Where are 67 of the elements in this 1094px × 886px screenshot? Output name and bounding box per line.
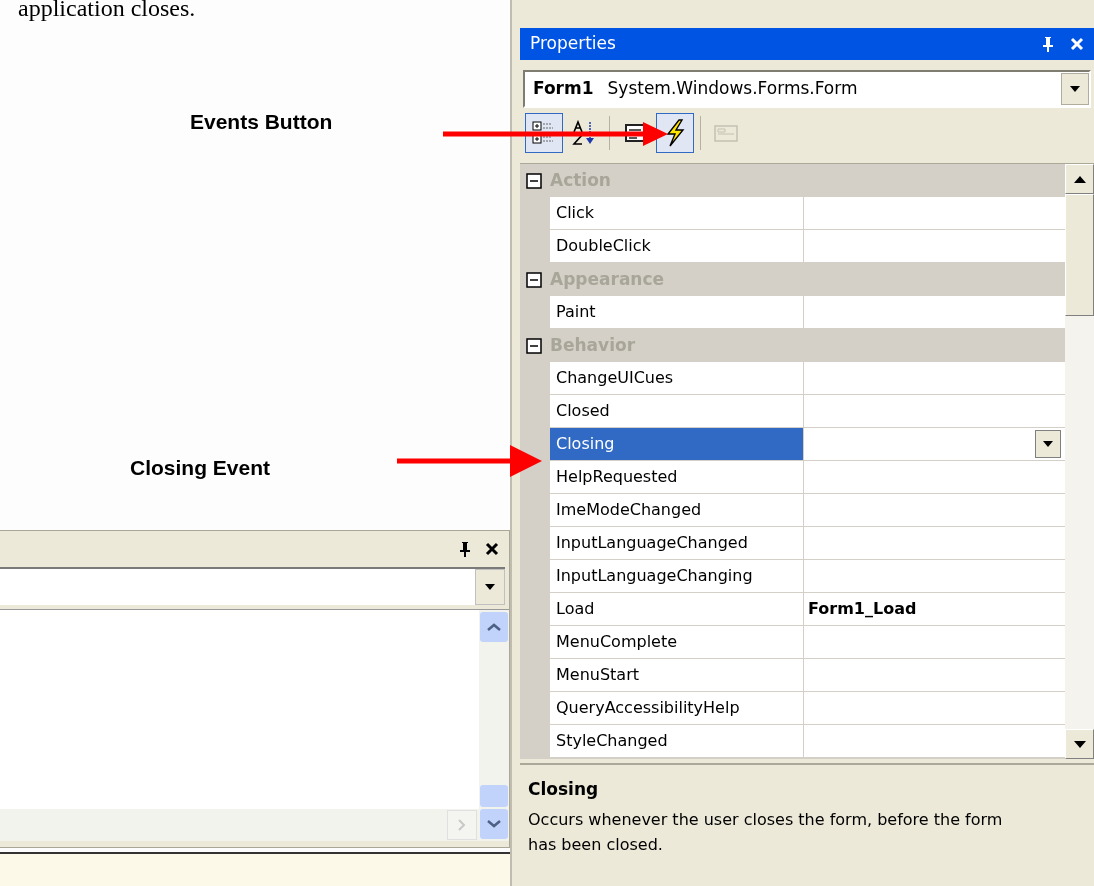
caret-icon [485,584,495,590]
vertical-scrollbar[interactable] [1065,164,1094,759]
property-name[interactable]: ImeModeChanged [550,494,803,527]
property-value-cell[interactable] [803,197,1065,230]
dropdown-button[interactable] [1061,73,1089,105]
property-value-cell[interactable] [803,296,1065,329]
property-name[interactable]: MenuStart [550,659,803,692]
object-type: System.Windows.Forms.Form [607,77,859,101]
property-value-cell[interactable] [803,494,1065,527]
property-value-cell[interactable] [803,560,1065,593]
property-value-cell[interactable] [803,395,1065,428]
pin-icon[interactable] [459,541,471,557]
scroll-up-button[interactable] [1065,164,1094,194]
panel-splitter[interactable] [510,0,520,886]
property-value-cell[interactable] [803,362,1065,395]
scroll-thumb[interactable] [480,785,508,807]
property-name[interactable]: Load [550,593,803,626]
property-name[interactable]: QueryAccessibilityHelp [550,692,803,725]
caret-icon [1043,441,1053,447]
description-text: Occurs whenever the user closes the form, before the form has been closed. [528,808,1004,856]
property-value-cell[interactable] [803,659,1065,692]
chevron-right-icon [458,819,466,831]
caption-text: application closes. [17,0,197,20]
property-name[interactable]: Closing [550,428,803,461]
property-value-cell[interactable] [803,461,1065,494]
description-title: Closing [528,778,600,801]
scroll-thumb[interactable] [1065,194,1094,316]
property-value-cell[interactable] [803,527,1065,560]
property-value-cell[interactable] [803,692,1065,725]
toolbar-button[interactable] [656,113,694,153]
property-name[interactable]: ChangeUICues [550,362,803,395]
collapse-icon[interactable] [526,271,542,288]
property-value-cell[interactable] [803,428,1065,461]
property-value-cell[interactable]: Form1_Load [803,593,1065,626]
property-name[interactable]: InputLanguageChanging [550,560,803,593]
caret-icon [1070,86,1080,92]
caret-icon [1073,740,1086,748]
property-name[interactable]: MenuComplete [550,626,803,659]
property-name[interactable]: InputLanguageChanged [550,527,803,560]
property-value-cell[interactable] [803,230,1065,263]
sort-alphabetical-icon [571,120,597,146]
dropdown-button[interactable] [1035,430,1061,458]
close-icon[interactable] [485,542,499,556]
horizontal-scrollbar[interactable] [0,809,479,841]
annotation-label: Closing Event [130,456,271,479]
collapse-icon[interactable] [526,337,542,354]
dropdown-button[interactable] [475,569,505,605]
collapse-icon[interactable] [526,172,542,189]
panel-title: Properties [530,32,617,56]
chevron-up-icon [487,623,501,631]
dropdown-field[interactable] [0,567,505,605]
annotation-label: Events Button [190,110,333,133]
pin-icon[interactable] [1042,36,1054,52]
object-name: Form1 [532,77,595,101]
property-name[interactable]: Click [550,197,803,230]
property-value-cell[interactable] [803,725,1065,758]
property-name[interactable]: Paint [550,296,803,329]
property-name[interactable]: DoubleClick [550,230,803,263]
property-name[interactable]: HelpRequested [550,461,803,494]
scroll-down-button[interactable] [1065,729,1094,759]
object-selector[interactable]: Form1 System.Windows.Forms.Form [523,70,1091,108]
property-name[interactable]: Closed [550,395,803,428]
chevron-down-icon [487,820,501,828]
caret-up-icon [1073,175,1086,183]
property-name[interactable]: StyleChanged [550,725,803,758]
property-value-cell[interactable] [803,626,1065,659]
vertical-scrollbar[interactable] [479,610,509,841]
